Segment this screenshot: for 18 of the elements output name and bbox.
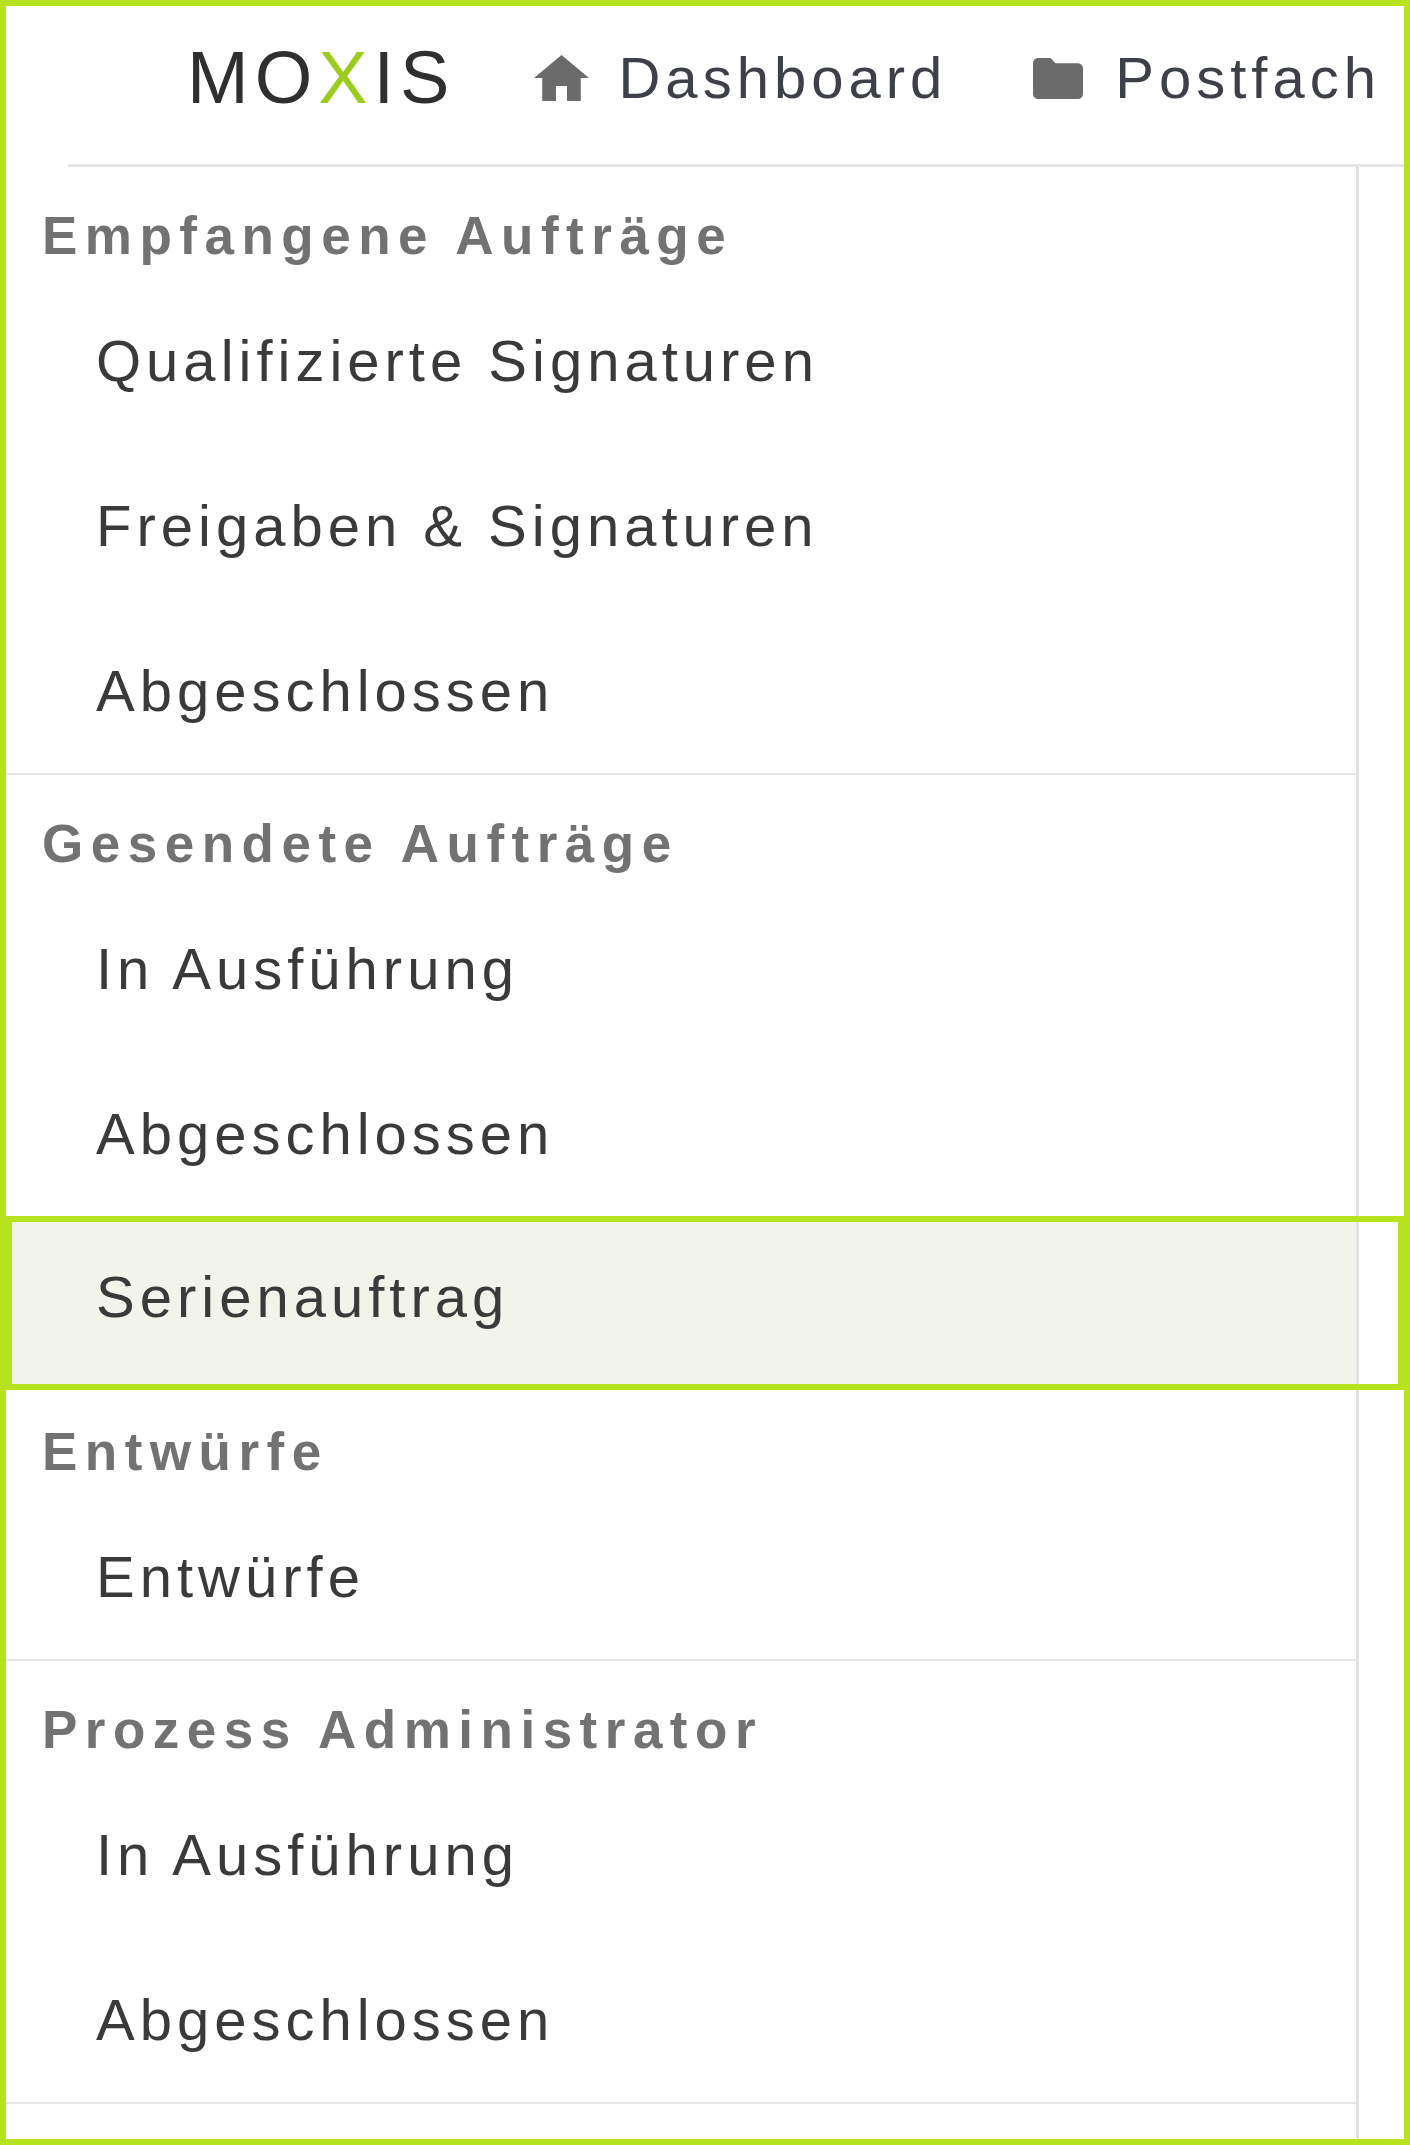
sidebar-item[interactable]: Abgeschlossen <box>6 608 1356 773</box>
section-heading: Empfangene Aufträge <box>41 205 735 267</box>
sidebar-item[interactable]: Abgeschlossen <box>6 1051 1356 1216</box>
folder-icon <box>1033 57 1084 99</box>
sidebar-item[interactable]: Entwürfe <box>6 1494 1356 1659</box>
section-heading: Prozess Administrator <box>41 1699 764 1761</box>
sidebar-item[interactable]: In Ausführung <box>6 886 1356 1051</box>
nav-link[interactable]: Postfach <box>1033 49 1381 107</box>
section-heading: Gesendete Aufträge <box>41 813 680 875</box>
nav-link[interactable]: Dashboard <box>534 49 948 107</box>
section-heading: Entwürfe <box>41 1421 330 1483</box>
home-icon <box>534 55 590 101</box>
sidebar-item[interactable]: Abgeschlossen <box>6 1937 1356 2102</box>
sidebar-item[interactable]: Qualifizierte Signaturen <box>6 278 1356 443</box>
sidebar-item[interactable]: Freigaben & Signaturen <box>6 443 1356 608</box>
logo: MOXIS <box>187 49 456 107</box>
sidebar-item[interactable]: In Ausführung <box>6 1772 1356 1937</box>
sidebar-item[interactable]: Serienauftrag <box>6 1216 1404 1390</box>
